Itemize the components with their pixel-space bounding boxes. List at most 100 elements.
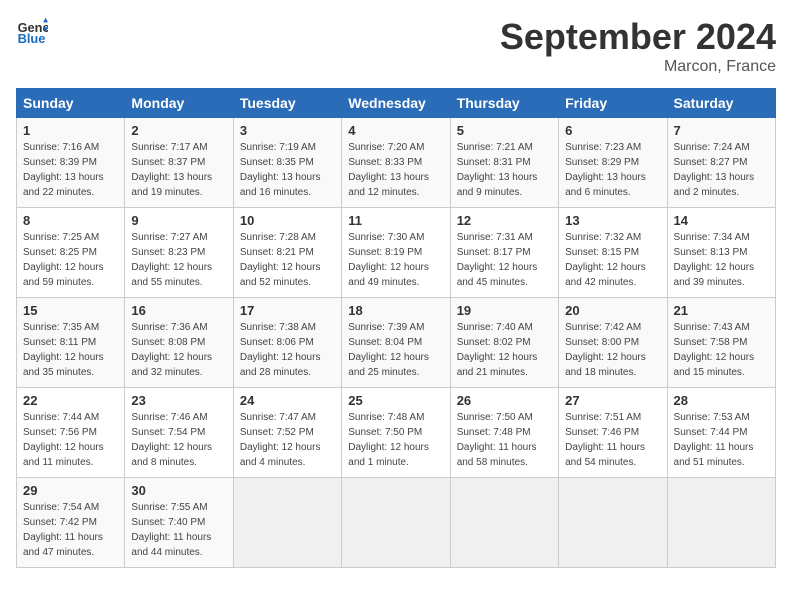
day-info: Sunrise: 7:27 AM Sunset: 8:23 PM Dayligh… [131,230,226,290]
day-number: 5 [457,123,552,138]
day-info: Sunrise: 7:43 AM Sunset: 7:58 PM Dayligh… [674,320,769,380]
calendar-cell: 19Sunrise: 7:40 AM Sunset: 8:02 PM Dayli… [450,298,558,388]
day-number: 22 [23,393,118,408]
day-number: 15 [23,303,118,318]
col-friday: Friday [559,89,667,118]
calendar-cell: 9 Sunrise: 7:27 AM Sunset: 8:23 PM Daylig… [125,208,233,298]
day-info: Sunrise: 7:30 AM Sunset: 8:19 PM Dayligh… [348,230,443,290]
calendar-cell: 30Sunrise: 7:55 AM Sunset: 7:40 PM Dayli… [125,478,233,568]
day-info: Sunrise: 7:46 AM Sunset: 7:54 PM Dayligh… [131,410,226,470]
calendar-header: Sunday Monday Tuesday Wednesday Thursday… [17,89,776,118]
day-info: Sunrise: 7:17 AM Sunset: 8:37 PM Dayligh… [131,140,226,200]
calendar-cell [667,478,775,568]
day-number: 21 [674,303,769,318]
calendar-cell: 10 Sunrise: 7:28 AM Sunset: 8:21 PM Dayli… [233,208,341,298]
calendar-cell: 3Sunrise: 7:19 AM Sunset: 8:35 PM Daylig… [233,118,341,208]
logo-icon: General Blue [16,16,48,48]
calendar-cell: 20 Sunrise: 7:42 AM Sunset: 8:00 PM Dayli… [559,298,667,388]
day-info: Sunrise: 7:34 AM Sunset: 8:13 PM Dayligh… [674,230,769,290]
day-number: 11 [348,213,443,228]
day-number: 19 [457,303,552,318]
day-number: 2 [131,123,226,138]
day-number: 16 [131,303,226,318]
calendar-cell: 24Sunrise: 7:47 AM Sunset: 7:52 PM Dayli… [233,388,341,478]
day-number: 28 [674,393,769,408]
day-info: Sunrise: 7:54 AM Sunset: 7:42 PM Dayligh… [23,500,118,560]
calendar-cell: 13Sunrise: 7:32 AM Sunset: 8:15 PM Dayli… [559,208,667,298]
day-number: 17 [240,303,335,318]
day-number: 18 [348,303,443,318]
calendar-cell: 17 Sunrise: 7:38 AM Sunset: 8:06 PM Dayli… [233,298,341,388]
calendar-cell [559,478,667,568]
day-info: Sunrise: 7:21 AM Sunset: 8:31 PM Dayligh… [457,140,552,200]
day-number: 29 [23,483,118,498]
col-sunday: Sunday [17,89,125,118]
day-info: Sunrise: 7:24 AM Sunset: 8:27 PM Dayligh… [674,140,769,200]
col-thursday: Thursday [450,89,558,118]
day-number: 10 [240,213,335,228]
day-info: Sunrise: 7:44 AM Sunset: 7:56 PM Dayligh… [23,410,118,470]
calendar-cell: 25Sunrise: 7:48 AM Sunset: 7:50 PM Dayli… [342,388,450,478]
day-number: 25 [348,393,443,408]
calendar-cell: 15 Sunrise: 7:35 AM Sunset: 8:11 PM Dayli… [17,298,125,388]
day-info: Sunrise: 7:31 AM Sunset: 8:17 PM Dayligh… [457,230,552,290]
calendar-cell: 12 Sunrise: 7:31 AM Sunset: 8:17 PM Dayli… [450,208,558,298]
calendar-cell: 4Sunrise: 7:20 AM Sunset: 8:33 PM Daylig… [342,118,450,208]
day-number: 9 [131,213,226,228]
day-number: 14 [674,213,769,228]
svg-text:Blue: Blue [18,31,46,46]
calendar-cell: 23 Sunrise: 7:46 AM Sunset: 7:54 PM Dayli… [125,388,233,478]
calendar-cell: 11 Sunrise: 7:30 AM Sunset: 8:19 PM Dayli… [342,208,450,298]
day-number: 23 [131,393,226,408]
calendar-table: Sunday Monday Tuesday Wednesday Thursday… [16,88,776,568]
day-number: 20 [565,303,660,318]
calendar-row-3: 15 Sunrise: 7:35 AM Sunset: 8:11 PM Dayli… [17,298,776,388]
day-info: Sunrise: 7:55 AM Sunset: 7:40 PM Dayligh… [131,500,226,560]
day-info: Sunrise: 7:25 AM Sunset: 8:25 PM Dayligh… [23,230,118,290]
calendar-cell: 16 Sunrise: 7:36 AM Sunset: 8:08 PM Dayli… [125,298,233,388]
calendar-cell: 29 Sunrise: 7:54 AM Sunset: 7:42 PM Dayli… [17,478,125,568]
day-info: Sunrise: 7:23 AM Sunset: 8:29 PM Dayligh… [565,140,660,200]
page-header: General Blue September 2024 Marcon, Fran… [16,16,776,76]
day-number: 1 [23,123,118,138]
calendar-cell: 28 Sunrise: 7:53 AM Sunset: 7:44 PM Dayli… [667,388,775,478]
location: Marcon, France [500,58,776,76]
calendar-cell [450,478,558,568]
title-block: September 2024 Marcon, France [500,16,776,76]
day-number: 6 [565,123,660,138]
col-saturday: Saturday [667,89,775,118]
col-monday: Monday [125,89,233,118]
calendar-cell: 21 Sunrise: 7:43 AM Sunset: 7:58 PM Dayli… [667,298,775,388]
day-number: 24 [240,393,335,408]
day-number: 12 [457,213,552,228]
calendar-cell: 27Sunrise: 7:51 AM Sunset: 7:46 PM Dayli… [559,388,667,478]
calendar-cell: 6 Sunrise: 7:23 AM Sunset: 8:29 PM Daylig… [559,118,667,208]
calendar-cell [233,478,341,568]
day-info: Sunrise: 7:28 AM Sunset: 8:21 PM Dayligh… [240,230,335,290]
calendar-cell: 26Sunrise: 7:50 AM Sunset: 7:48 PM Dayli… [450,388,558,478]
calendar-body: 1 Sunrise: 7:16 AM Sunset: 8:39 PM Daylig… [17,118,776,568]
calendar-row-2: 8Sunrise: 7:25 AM Sunset: 8:25 PM Daylig… [17,208,776,298]
day-info: Sunrise: 7:39 AM Sunset: 8:04 PM Dayligh… [348,320,443,380]
day-info: Sunrise: 7:53 AM Sunset: 7:44 PM Dayligh… [674,410,769,470]
day-number: 13 [565,213,660,228]
calendar-cell: 18 Sunrise: 7:39 AM Sunset: 8:04 PM Dayli… [342,298,450,388]
col-wednesday: Wednesday [342,89,450,118]
day-info: Sunrise: 7:20 AM Sunset: 8:33 PM Dayligh… [348,140,443,200]
calendar-cell: 2 Sunrise: 7:17 AM Sunset: 8:37 PM Daylig… [125,118,233,208]
day-number: 3 [240,123,335,138]
day-info: Sunrise: 7:36 AM Sunset: 8:08 PM Dayligh… [131,320,226,380]
calendar-cell: 8Sunrise: 7:25 AM Sunset: 8:25 PM Daylig… [17,208,125,298]
day-number: 26 [457,393,552,408]
calendar-row-1: 1 Sunrise: 7:16 AM Sunset: 8:39 PM Daylig… [17,118,776,208]
calendar-cell: 22 Sunrise: 7:44 AM Sunset: 7:56 PM Dayli… [17,388,125,478]
logo: General Blue [16,16,48,48]
day-number: 27 [565,393,660,408]
day-info: Sunrise: 7:16 AM Sunset: 8:39 PM Dayligh… [23,140,118,200]
day-info: Sunrise: 7:35 AM Sunset: 8:11 PM Dayligh… [23,320,118,380]
day-info: Sunrise: 7:38 AM Sunset: 8:06 PM Dayligh… [240,320,335,380]
calendar-row-5: 29 Sunrise: 7:54 AM Sunset: 7:42 PM Dayli… [17,478,776,568]
day-info: Sunrise: 7:42 AM Sunset: 8:00 PM Dayligh… [565,320,660,380]
calendar-cell: 1 Sunrise: 7:16 AM Sunset: 8:39 PM Daylig… [17,118,125,208]
calendar-cell: 5 Sunrise: 7:21 AM Sunset: 8:31 PM Daylig… [450,118,558,208]
